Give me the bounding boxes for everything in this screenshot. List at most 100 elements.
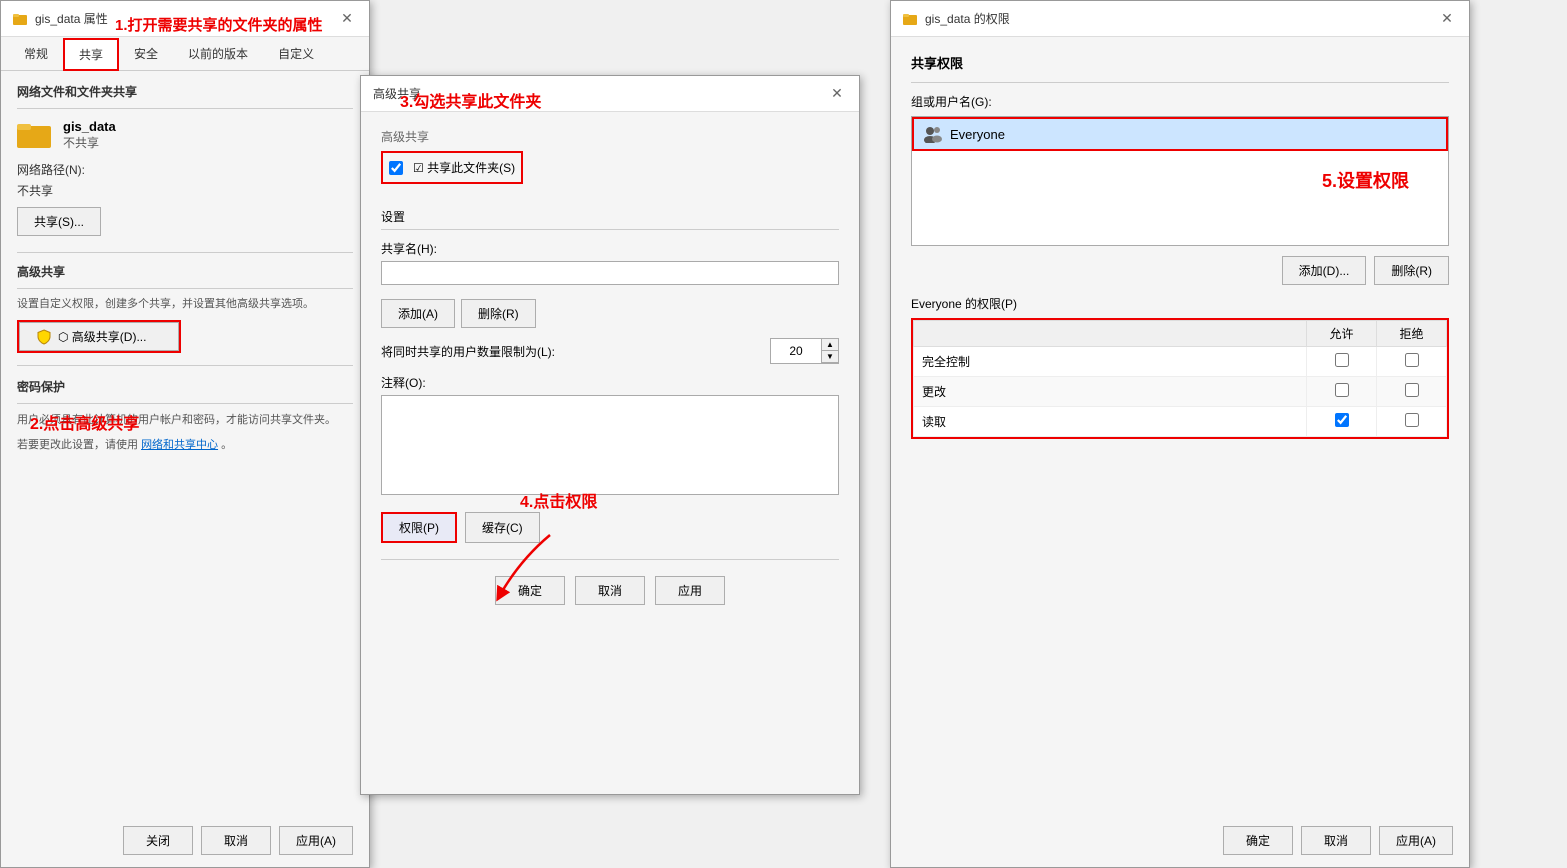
share-name-input[interactable]: gis_data [381, 261, 839, 285]
advanced-share-btn-label: ⬡ 高级共享(D)... [58, 328, 146, 345]
properties-close-btn[interactable]: ✕ [337, 9, 357, 29]
network-center-link[interactable]: 网络和共享中心 [141, 439, 218, 451]
perm-confirm-btn[interactable]: 确定 [1223, 826, 1293, 855]
apply-button[interactable]: 应用(A) [279, 826, 353, 855]
password-desc2: 若要更改此设置，请使用 网络和共享中心 。 [17, 437, 353, 454]
not-shared-label: 不共享 [63, 134, 116, 151]
perm-cache-row: 权限(P) 缓存(C) [381, 512, 839, 543]
permissions-titlebar: gis_data 的权限 ✕ [891, 1, 1469, 37]
properties-titlebar: gis_data 属性 ✕ [1, 1, 369, 37]
tab-general[interactable]: 常规 [9, 38, 63, 71]
advanced-share-desc: 设置自定义权限，创建多个共享，并设置其他高级共享选项。 [17, 297, 353, 312]
properties-bottom-buttons: 关闭 取消 应用(A) [17, 826, 353, 855]
permissions-btn[interactable]: 权限(P) [381, 512, 457, 543]
share-checkbox-row: ☑ 共享此文件夹(S) [381, 151, 523, 184]
advanced-cancel-btn[interactable]: 取消 [575, 576, 645, 605]
user-limit-row: 将同时共享的用户数量限制为(L): 20 ▲ ▼ [381, 338, 839, 364]
advanced-title: 高级共享 [373, 85, 421, 102]
share-btn-container: 共享(S)... [17, 207, 353, 236]
perm-table: 允许 拒绝 完全控制更改读取 [913, 320, 1447, 437]
advanced-share-btn-wrapper: ⬡ 高级共享(D)... [17, 320, 181, 353]
delete-share-btn[interactable]: 删除(R) [461, 299, 536, 328]
advanced-confirm-btn[interactable]: 确定 [495, 576, 565, 605]
cancel-button[interactable]: 取消 [201, 826, 271, 855]
permissions-title: gis_data 的权限 [925, 10, 1010, 27]
perm-deny-cell [1377, 377, 1447, 407]
allow-checkbox[interactable] [1335, 413, 1349, 427]
everyone-label: Everyone [950, 127, 1005, 142]
tab-previous-versions[interactable]: 以前的版本 [173, 38, 263, 71]
advanced-titlebar: 高级共享 ✕ [361, 76, 859, 112]
users-icon [922, 125, 944, 143]
perm-allow-cell [1307, 407, 1377, 437]
advanced-share-button[interactable]: ⬡ 高级共享(D)... [19, 322, 179, 351]
share-button[interactable]: 共享(S)... [17, 207, 101, 236]
shield-icon [36, 329, 52, 345]
spinner-up-btn[interactable]: ▲ [822, 339, 838, 351]
allow-checkbox[interactable] [1335, 383, 1349, 397]
properties-dialog: gis_data 属性 ✕ 常规 共享 安全 以前的版本 自定义 网络文件和文件… [0, 0, 370, 868]
user-list: Everyone [911, 116, 1449, 246]
password-section: 密码保护 用户必须具有此计算机的用户帐户和密码，才能访问共享文件夹。 若要更改此… [17, 378, 353, 453]
delete-perm-btn[interactable]: 删除(R) [1374, 256, 1449, 285]
permissions-dialog: gis_data 的权限 ✕ 共享权限 组或用户名(G): Everyone 5… [890, 0, 1470, 868]
advanced-apply-btn[interactable]: 应用 [655, 576, 725, 605]
password-section-title: 密码保护 [17, 378, 353, 395]
folder-name-label: gis_data [63, 119, 116, 134]
properties-title: gis_data 属性 [35, 10, 108, 27]
network-path-label: 网络路径(N): [17, 161, 353, 178]
advanced-section-title: 高级共享 [17, 263, 353, 280]
perm-name-cell: 读取 [914, 407, 1307, 437]
folder-perm-icon [903, 11, 919, 27]
cache-btn[interactable]: 缓存(C) [465, 512, 540, 543]
group-label: 组或用户名(G): [911, 93, 1449, 110]
user-everyone-item[interactable]: Everyone [912, 117, 1448, 151]
add-del-row: 添加(A) 删除(R) [381, 299, 839, 328]
perm-allow-cell [1307, 377, 1377, 407]
tab-customize[interactable]: 自定义 [263, 38, 329, 71]
advanced-share-section: 高级共享 设置自定义权限，创建多个共享，并设置其他高级共享选项。 ⬡ 高级共享(… [17, 263, 353, 353]
perm-row: 读取 [914, 407, 1447, 437]
perm-table-container: 允许 拒绝 完全控制更改读取 [911, 318, 1449, 439]
advanced-sharing-dialog: 高级共享 ✕ 高级共享 ☑ 共享此文件夹(S) 设置 共享名(H): gis_d… [360, 75, 860, 795]
perm-row: 更改 [914, 377, 1447, 407]
deny-checkbox[interactable] [1405, 413, 1419, 427]
perm-name-cell: 更改 [914, 377, 1307, 407]
share-checkbox-label: ☑ 共享此文件夹(S) [413, 159, 515, 176]
folder-icon [17, 120, 53, 150]
spinner-down-btn[interactable]: ▼ [822, 351, 838, 363]
advanced-subtitle: 高级共享 [381, 128, 839, 145]
network-section-title: 网络文件和文件夹共享 [17, 83, 353, 100]
deny-checkbox[interactable] [1405, 353, 1419, 367]
perm-row: 完全控制 [914, 347, 1447, 377]
close-button[interactable]: 关闭 [123, 826, 193, 855]
perm-apply-btn[interactable]: 应用(A) [1379, 826, 1453, 855]
folder-row: gis_data 不共享 [17, 119, 353, 151]
sharing-permissions-title: 共享权限 [911, 53, 1449, 72]
allow-header: 允许 [1307, 321, 1377, 347]
tab-sharing[interactable]: 共享 [63, 38, 119, 71]
password-desc1: 用户必须具有此计算机的用户帐户和密码，才能访问共享文件夹。 [17, 412, 353, 429]
notes-textarea[interactable] [381, 395, 839, 495]
network-path-value: 不共享 [17, 182, 353, 199]
tab-security[interactable]: 安全 [119, 38, 173, 71]
permissions-bottom-buttons: 确定 取消 应用(A) [1223, 826, 1453, 855]
advanced-close-btn[interactable]: ✕ [827, 84, 847, 104]
perm-cancel-btn[interactable]: 取消 [1301, 826, 1371, 855]
deny-checkbox[interactable] [1405, 383, 1419, 397]
perm-name-cell: 完全控制 [914, 347, 1307, 377]
user-limit-input[interactable]: 20 [771, 339, 821, 363]
allow-checkbox[interactable] [1335, 353, 1349, 367]
user-limit-spinner: 20 ▲ ▼ [770, 338, 839, 364]
advanced-bottom-buttons: 确定 取消 应用 [381, 576, 839, 605]
settings-label: 设置 [381, 208, 839, 225]
add-share-btn[interactable]: 添加(A) [381, 299, 455, 328]
perm-everyone-label: Everyone 的权限(P) [911, 295, 1449, 312]
perm-deny-cell [1377, 407, 1447, 437]
share-folder-checkbox[interactable] [389, 161, 403, 175]
add-perm-btn[interactable]: 添加(D)... [1282, 256, 1367, 285]
user-limit-label: 将同时共享的用户数量限制为(L): [381, 343, 760, 360]
share-name-label: 共享名(H): [381, 240, 839, 257]
permissions-close-btn[interactable]: ✕ [1437, 9, 1457, 29]
folder-title-icon [13, 11, 29, 27]
